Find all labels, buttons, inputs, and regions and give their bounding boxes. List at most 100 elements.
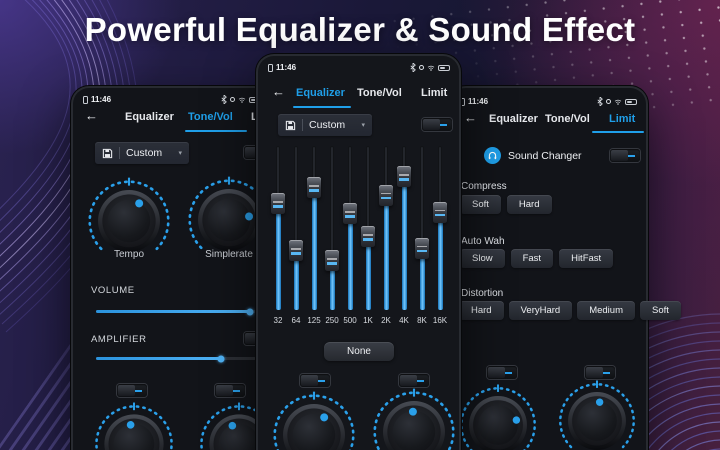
wifi-icon xyxy=(427,65,435,71)
sound-changer-label: Sound Changer xyxy=(508,150,582,162)
amplifier-slider-fill xyxy=(96,357,221,360)
volume-label: VOLUME xyxy=(91,285,135,296)
status-time: 11:46 xyxy=(91,95,112,104)
compress-hard-button[interactable]: Hard xyxy=(506,195,552,214)
bottom-knob-2[interactable] xyxy=(554,378,640,450)
eq-slider-handle[interactable] xyxy=(289,240,303,262)
auto-wah-hitfast-button[interactable]: HitFast xyxy=(559,249,614,268)
back-button[interactable]: ← xyxy=(85,108,98,123)
amplifier-slider-handle[interactable] xyxy=(217,355,225,362)
eq-band-2k[interactable] xyxy=(378,146,394,310)
battery-icon xyxy=(438,64,450,71)
tab-equalizer[interactable]: Equalizer xyxy=(125,111,174,123)
eq-band-125[interactable] xyxy=(306,146,322,310)
distortion-medium-button[interactable]: Medium xyxy=(577,301,635,320)
bottom-knob-1[interactable] xyxy=(455,382,541,450)
eq-slider-handle[interactable] xyxy=(361,226,375,248)
preset-dropdown[interactable]: Custom ▾ xyxy=(95,142,189,164)
eq-band-4k[interactable] xyxy=(396,146,412,310)
tab-limit[interactable]: Limit xyxy=(421,87,447,99)
simplerate-label: Simplerate xyxy=(205,249,253,260)
knob-toggle-2[interactable] xyxy=(215,384,245,397)
headphones-icon xyxy=(484,147,501,164)
eq-slider-handle[interactable] xyxy=(307,177,321,199)
eq-band-8k[interactable] xyxy=(414,146,430,310)
back-button[interactable]: ← xyxy=(272,84,285,99)
tab-limit[interactable]: Limit xyxy=(609,113,635,125)
distortion-veryhard-button[interactable]: VeryHard xyxy=(508,301,573,320)
bluetooth-icon xyxy=(410,63,416,72)
divider xyxy=(302,119,303,131)
tab-tone-vol[interactable]: Tone/Vol xyxy=(357,87,402,99)
bluetooth-icon xyxy=(597,97,603,106)
eq-slider-handle[interactable] xyxy=(271,193,285,215)
freq-label: 2K xyxy=(381,316,391,325)
eq-slider-handle[interactable] xyxy=(415,237,429,259)
tab-equalizer[interactable]: Equalizer xyxy=(489,113,538,125)
eq-slider-handle[interactable] xyxy=(379,184,393,206)
bottom-knob-1[interactable] xyxy=(268,389,360,450)
volume-slider[interactable] xyxy=(96,308,256,315)
freq-label: 125 xyxy=(307,316,321,325)
eq-frequency-labels: 32 64 125 250 500 1K 2K 4K 8K 16K xyxy=(270,316,448,325)
eq-fill xyxy=(347,211,353,310)
distortion-soft-button[interactable]: Soft xyxy=(640,301,681,320)
distortion-hard-button[interactable]: Hard xyxy=(459,301,504,320)
tab-tone-vol[interactable]: Tone/Vol xyxy=(545,113,590,125)
freq-label: 250 xyxy=(325,316,339,325)
none-preset-button[interactable]: None xyxy=(324,342,394,361)
freq-label: 1K xyxy=(363,316,373,325)
status-time: 11:46 xyxy=(276,63,297,72)
sim-icon xyxy=(268,63,273,72)
auto-wah-label: Auto Wah xyxy=(461,236,505,247)
eq-band-32[interactable] xyxy=(270,146,286,310)
eq-enable-toggle[interactable] xyxy=(422,118,452,131)
promo-banner: Powerful Equalizer & Sound Effect 11:46 … xyxy=(0,0,720,450)
save-icon xyxy=(285,120,296,130)
back-button[interactable]: ← xyxy=(464,110,477,125)
data-circle-icon xyxy=(606,99,611,104)
eq-fill xyxy=(437,209,443,310)
freq-label: 500 xyxy=(343,316,357,325)
bottom-knob-2[interactable] xyxy=(368,386,460,450)
eq-slider-handle[interactable] xyxy=(325,250,339,272)
chevron-down-icon: ▾ xyxy=(361,122,365,129)
eq-slider-handle[interactable] xyxy=(397,166,411,188)
chevron-down-icon: ▾ xyxy=(178,150,182,157)
eq-band-64[interactable] xyxy=(288,146,304,310)
knob-toggle-1[interactable] xyxy=(117,384,147,397)
eq-band-250[interactable] xyxy=(324,146,340,310)
freq-label: 4K xyxy=(399,316,409,325)
freq-label: 32 xyxy=(273,316,283,325)
volume-slider-handle[interactable] xyxy=(246,308,254,315)
eq-slider-handle[interactable] xyxy=(343,203,357,225)
eq-fill xyxy=(311,182,317,310)
eq-band-16k[interactable] xyxy=(432,146,448,310)
sim-icon xyxy=(460,97,465,106)
tab-tone-vol[interactable]: Tone/Vol xyxy=(188,111,233,123)
freq-label: 64 xyxy=(291,316,301,325)
amplifier-slider[interactable] xyxy=(96,355,256,362)
bottom-knob-1[interactable] xyxy=(90,400,178,450)
freq-label: 16K xyxy=(432,316,448,325)
compress-soft-button[interactable]: Soft xyxy=(460,195,501,214)
compress-label: Compress xyxy=(461,181,507,192)
sim-icon xyxy=(83,95,88,104)
auto-wah-fast-button[interactable]: Fast xyxy=(510,249,554,268)
sound-changer-toggle[interactable] xyxy=(610,149,640,162)
eq-slider-handle[interactable] xyxy=(433,201,447,223)
active-tab-underline xyxy=(293,106,351,108)
eq-band-500[interactable] xyxy=(342,146,358,310)
eq-band-1k[interactable] xyxy=(360,146,376,310)
knob-toggle-1[interactable] xyxy=(487,366,517,379)
auto-wah-slow-button[interactable]: Slow xyxy=(460,249,505,268)
status-time: 11:46 xyxy=(468,97,489,106)
equalizer-bands xyxy=(270,146,448,310)
phone-tone-vol: 11:46 ← Equalizer Tone/Vol Limit Custom … xyxy=(73,88,278,450)
preset-dropdown[interactable]: Custom ▾ xyxy=(278,114,372,136)
status-bar: 11:46 xyxy=(268,62,450,73)
tab-equalizer[interactable]: Equalizer xyxy=(296,87,345,99)
save-icon xyxy=(102,148,113,158)
amplifier-label: AMPLIFIER xyxy=(91,334,147,345)
knob-toggle-1[interactable] xyxy=(300,374,330,387)
